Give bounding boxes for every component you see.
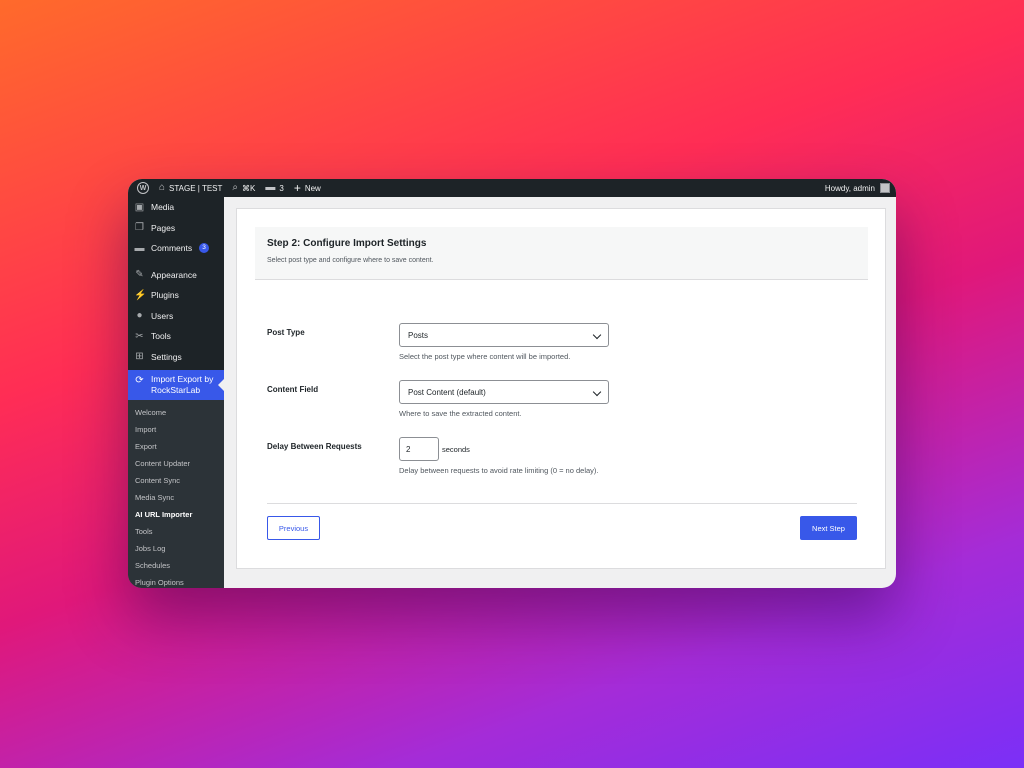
account-menu[interactable]: Howdy, admin: [825, 183, 896, 193]
site-name: STAGE | TEST: [169, 183, 223, 193]
sidebar-item-pages[interactable]: ❐ Pages: [128, 218, 224, 239]
admin-sidebar: ▣ Media ❐ Pages ▬ Comments 3 ✎ Appearanc…: [128, 197, 224, 588]
comments-count: 3: [279, 183, 284, 193]
divider: [267, 503, 857, 504]
post-type-label: Post Type: [267, 328, 305, 337]
sidebar-item-label: Plugins: [151, 290, 179, 301]
search-shortcut: ⌘K: [242, 183, 256, 193]
delay-label: Delay Between Requests: [267, 442, 362, 451]
sync-icon: ⟳: [135, 375, 144, 386]
sidebar-item-label: Users: [151, 310, 174, 321]
sidebar-item-label: Import Export by RockStarLab: [151, 374, 213, 396]
sidebar-item-label: Tools: [151, 331, 171, 342]
submenu-item-media-sync[interactable]: Media Sync: [128, 489, 224, 506]
comments-icon: ▬: [134, 242, 145, 254]
howdy-text: Howdy, admin: [824, 183, 875, 193]
comments-link[interactable]: ▬ 3: [260, 179, 288, 197]
avatar: [880, 183, 890, 193]
chevron-down-icon: [592, 387, 602, 397]
wordpress-logo[interactable]: W: [128, 179, 154, 197]
plus-icon: +: [293, 181, 301, 195]
new-content-link[interactable]: + New: [289, 179, 326, 197]
content-field-value: Post Content (default): [408, 387, 486, 397]
submenu-item-schedules[interactable]: Schedules: [128, 557, 224, 574]
wordpress-icon: W: [137, 182, 149, 194]
sidebar-item-import-export[interactable]: ⟳ Import Export by RockStarLab: [128, 370, 224, 400]
submenu-item-content-updater[interactable]: Content Updater: [128, 455, 224, 472]
step-header: Step 2: Configure Import Settings Select…: [255, 227, 868, 280]
home-icon: ⌂: [159, 182, 166, 193]
sidebar-item-appearance[interactable]: ✎ Appearance: [128, 265, 224, 286]
delay-value: 2: [406, 444, 411, 454]
next-step-button[interactable]: Next Step: [800, 516, 857, 540]
media-icon: ▣: [134, 201, 145, 213]
post-type-select[interactable]: Posts: [399, 323, 609, 347]
active-label-line1: Import Export by: [151, 374, 214, 384]
sidebar-item-tools[interactable]: ✂ Tools: [128, 326, 224, 347]
new-label: New: [304, 183, 321, 193]
site-name-link[interactable]: ⌂ STAGE | TEST: [154, 179, 227, 197]
comments-badge: 3: [199, 243, 210, 254]
submenu-item-import[interactable]: Import: [128, 421, 224, 438]
admin-bar: W ⌂ STAGE | TEST ⌕ ⌘K ▬ 3 + New Howdy, a…: [128, 179, 896, 197]
sidebar-item-label: Pages: [151, 222, 176, 233]
submenu-item-plugin-options[interactable]: Plugin Options: [128, 574, 224, 588]
submenu-item-ai-url-importer[interactable]: AI URL Importer: [128, 506, 224, 523]
previous-button[interactable]: Previous: [267, 516, 320, 540]
submenu-item-export[interactable]: Export: [128, 438, 224, 455]
sidebar-item-label: Comments: [151, 243, 193, 254]
delay-help: Delay between requests to avoid rate lim…: [399, 466, 599, 475]
sidebar-item-label: Appearance: [151, 269, 197, 280]
post-type-help: Select the post type where content will …: [399, 352, 571, 361]
post-type-value: Posts: [408, 330, 429, 340]
delay-input[interactable]: 2: [399, 437, 439, 461]
sidebar-item-media[interactable]: ▣ Media: [128, 197, 224, 218]
submenu-item-welcome[interactable]: Welcome: [128, 404, 224, 421]
sidebar-item-label: Settings: [151, 351, 182, 362]
sidebar-item-users[interactable]: ● Users: [128, 306, 224, 327]
plugins-icon: ⚡: [134, 289, 147, 301]
comment-bubble-icon: ▬: [265, 182, 276, 193]
step-title: Step 2: Configure Import Settings: [267, 238, 427, 249]
tools-icon: ✂: [135, 330, 144, 342]
sidebar-item-label: Media: [151, 202, 175, 213]
delay-unit: seconds: [442, 445, 470, 454]
sidebar-item-settings[interactable]: ⊞ Settings: [128, 347, 224, 368]
settings-icon: ⊞: [135, 351, 144, 363]
appearance-icon: ✎: [135, 269, 144, 281]
content-field-select[interactable]: Post Content (default): [399, 380, 609, 404]
import-settings-panel: Step 2: Configure Import Settings Select…: [236, 208, 886, 569]
sidebar-item-comments[interactable]: ▬ Comments 3: [128, 238, 224, 259]
command-search[interactable]: ⌕ ⌘K: [227, 179, 260, 197]
content-field-help: Where to save the extracted content.: [399, 409, 522, 418]
submenu: Welcome Import Export Content Updater Co…: [128, 400, 224, 588]
chevron-down-icon: [592, 330, 602, 340]
submenu-item-content-sync[interactable]: Content Sync: [128, 472, 224, 489]
users-icon: ●: [136, 310, 143, 322]
active-label-line2: RockStarLab: [151, 385, 201, 395]
browser-window: W ⌂ STAGE | TEST ⌕ ⌘K ▬ 3 + New Howdy, a…: [128, 179, 896, 588]
step-description: Select post type and configure where to …: [267, 257, 434, 264]
submenu-item-tools[interactable]: Tools: [128, 523, 224, 540]
submenu-item-jobs-log[interactable]: Jobs Log: [128, 540, 224, 557]
sidebar-item-plugins[interactable]: ⚡ Plugins: [128, 285, 224, 306]
content-field-label: Content Field: [267, 385, 319, 394]
pages-icon: ❐: [135, 222, 144, 234]
search-icon: ⌕: [232, 182, 239, 193]
